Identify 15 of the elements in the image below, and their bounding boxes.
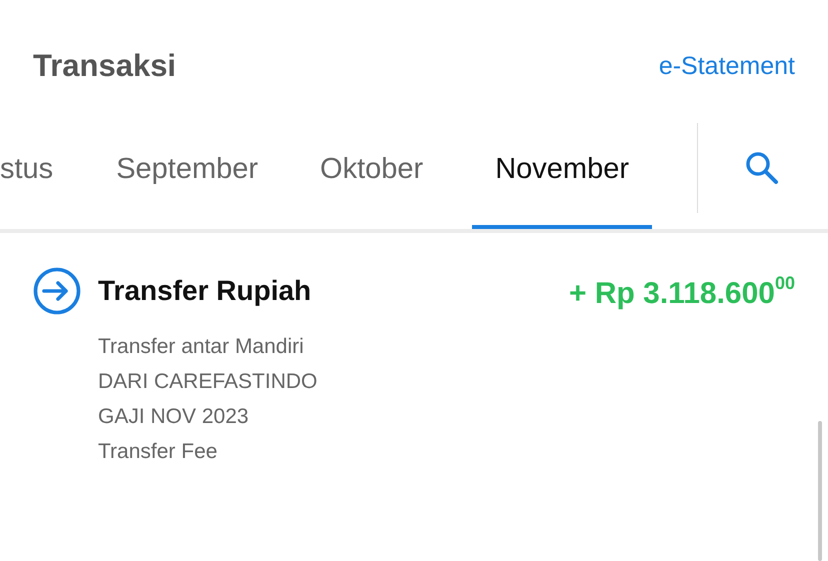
scrollbar[interactable] (818, 421, 822, 561)
month-tab[interactable]: November (472, 123, 652, 229)
month-tab[interactable]: September (85, 123, 290, 229)
e-statement-link[interactable]: e-Statement (658, 52, 795, 80)
month-tab[interactable]: Oktober (289, 123, 454, 229)
transaction-detail: GAJI NOV 2023 (98, 404, 250, 430)
transfer-in-icon (33, 267, 81, 315)
transaction-amount: + Rp 3.118.600$^{00}$ (568, 273, 795, 311)
transaction-title: Transfer Rupiah (98, 275, 312, 307)
transaction-detail: DARI CAREFASTINDO (98, 369, 318, 395)
month-tab[interactable]: stus (0, 123, 86, 229)
transaction-detail: Transfer antar Mandiri (98, 334, 305, 360)
transaction-detail: Transfer Fee (98, 439, 218, 465)
search-icon[interactable] (745, 151, 779, 185)
page-title: Transaksi (33, 48, 176, 84)
